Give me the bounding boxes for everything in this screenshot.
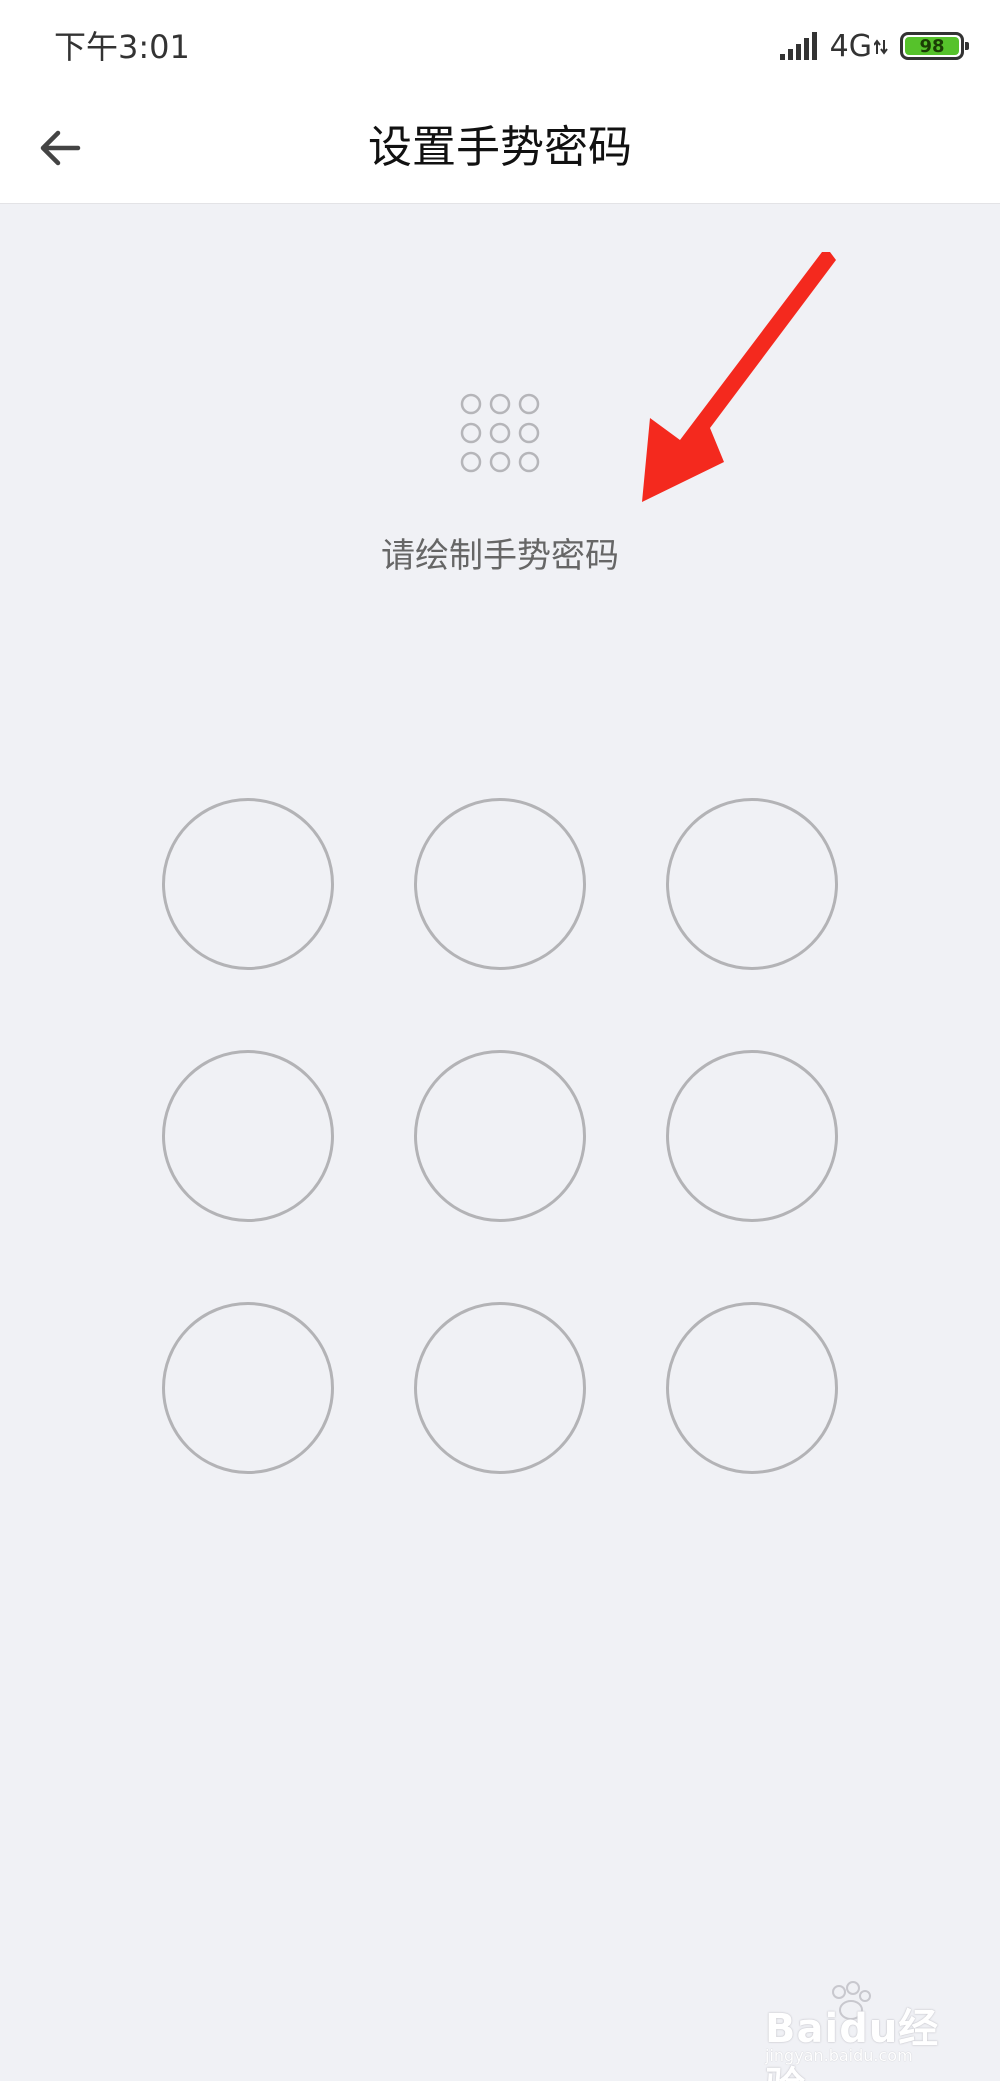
pattern-node-2[interactable] — [414, 798, 586, 970]
signal-strength-icon — [779, 32, 817, 60]
network-type: 4G — [829, 28, 872, 64]
status-time: 下午3:01 — [54, 28, 190, 66]
pattern-node-5[interactable] — [414, 1050, 586, 1222]
gesture-hint: 请绘制手势密码 — [381, 536, 619, 576]
preview-dot — [518, 422, 540, 444]
red-arrow-icon — [642, 252, 836, 502]
preview-dot — [489, 393, 511, 415]
preview-dot — [460, 422, 482, 444]
preview-dot — [489, 422, 511, 444]
preview-dot — [518, 393, 540, 415]
pattern-node-7[interactable] — [162, 1302, 334, 1474]
data-activity-icon — [874, 39, 888, 55]
battery-cap — [965, 42, 969, 50]
preview-dot — [460, 451, 482, 473]
pattern-node-1[interactable] — [162, 798, 334, 970]
preview-dot — [489, 451, 511, 473]
pattern-node-4[interactable] — [162, 1050, 334, 1222]
pattern-node-9[interactable] — [666, 1302, 838, 1474]
watermark-url: jingyan.baidu.com — [765, 2046, 913, 2065]
pattern-node-3[interactable] — [666, 798, 838, 970]
preview-dot — [518, 451, 540, 473]
preview-dot — [460, 393, 482, 415]
watermark-brand: Baidu经验 — [765, 2006, 940, 2081]
status-indicators: 4G 98 — [779, 26, 969, 66]
battery-level: 98 — [905, 36, 959, 57]
pattern-node-6[interactable] — [666, 1050, 838, 1222]
back-button[interactable] — [24, 112, 96, 184]
app-bar: 设置手势密码 — [0, 92, 1000, 204]
page-title: 设置手势密码 — [368, 122, 632, 173]
watermark: Baidu经验 jingyan.baidu.com — [765, 1981, 965, 2081]
battery-icon: 98 — [900, 32, 969, 60]
nine-dot-grid-icon — [460, 393, 540, 473]
arrow-left-icon — [40, 130, 81, 166]
pattern-node-8[interactable] — [414, 1302, 586, 1474]
status-bar: 下午3:01 4G 98 — [0, 0, 1000, 92]
